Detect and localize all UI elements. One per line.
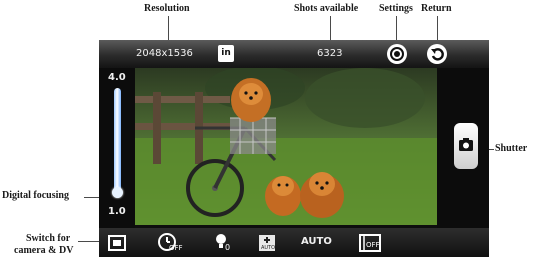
callout-digital-focusing: Digital focusing	[2, 190, 69, 201]
callout-switch-line1: Switch for	[26, 233, 71, 244]
internal-memory-icon: in	[218, 45, 234, 62]
bottom-toolbar: OFF 0 AUTO AUTO OFF	[99, 228, 489, 257]
digital-zoom-panel: 4.0 1.0	[99, 68, 135, 228]
callout-line-resolution	[168, 16, 169, 40]
callout-shutter: Shutter	[495, 143, 528, 154]
wb-auto-text: AUTO	[261, 245, 276, 251]
callout-resolution: Resolution	[144, 3, 190, 14]
camera-dv-switch-icon[interactable]	[107, 233, 127, 257]
return-icon[interactable]	[427, 44, 447, 64]
callout-line-shots	[330, 16, 331, 40]
top-status-bar: 2048x1536 in 6323	[99, 40, 489, 68]
shots-available-value: 6323	[317, 48, 343, 59]
callout-switch-line2: camera & DV	[14, 245, 74, 256]
zoom-min-label: 1.0	[108, 206, 126, 217]
shutter-button[interactable]	[454, 123, 478, 169]
burst-off-text: OFF	[366, 241, 380, 249]
in-badge-text: in	[221, 48, 231, 58]
resolution-value[interactable]: 2048x1536	[136, 48, 193, 59]
callout-line-return	[437, 16, 438, 40]
flash-off-icon[interactable]: 0	[214, 231, 238, 255]
zoom-max-label: 4.0	[108, 72, 126, 83]
zoom-slider-track[interactable]	[114, 88, 121, 198]
metering-auto-label[interactable]: AUTO	[301, 236, 332, 247]
camera-icon	[459, 138, 473, 151]
zoom-slider-thumb[interactable]	[112, 187, 123, 198]
white-balance-auto-icon[interactable]: AUTO	[257, 233, 277, 253]
settings-icon[interactable]	[387, 44, 407, 64]
callout-shots-available: Shots available	[294, 3, 359, 14]
callout-line-settings	[396, 16, 397, 40]
camera-screen: 2048x1536 in 6323 4.0 1.0 OFF 0 AUTO AUT…	[99, 40, 489, 257]
timer-off-text: OFF	[169, 244, 183, 252]
viewfinder-preview[interactable]	[135, 68, 437, 225]
callout-settings: Settings	[379, 3, 413, 14]
callout-return: Return	[421, 3, 452, 14]
burst-off-icon[interactable]: OFF	[359, 233, 381, 253]
self-timer-off-icon[interactable]: OFF	[156, 231, 190, 255]
flash-text: 0	[225, 243, 231, 252]
